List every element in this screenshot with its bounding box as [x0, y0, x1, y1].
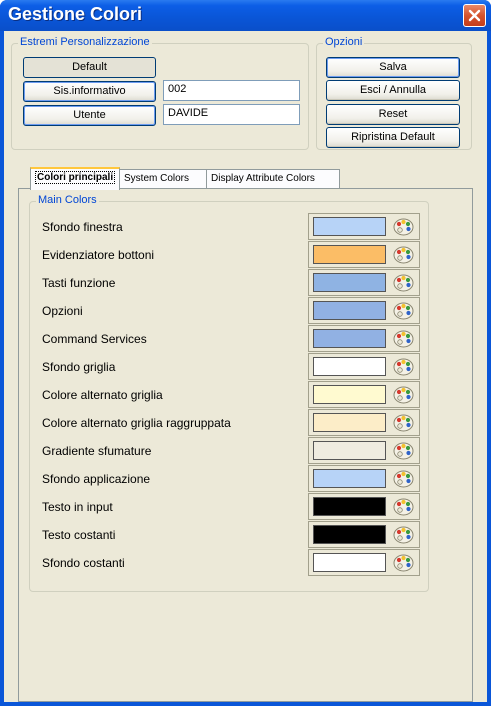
color-control: [308, 409, 420, 436]
color-palette-icon[interactable]: [392, 552, 415, 574]
color-control: [308, 521, 420, 548]
color-palette-icon[interactable]: [392, 216, 415, 238]
color-control: [308, 493, 420, 520]
color-swatch[interactable]: [313, 469, 386, 488]
dialog-body: Estremi Personalizzazione Default Sis.in…: [4, 31, 487, 702]
color-palette-icon[interactable]: [392, 468, 415, 490]
color-row-label: Sfondo finestra: [42, 220, 123, 234]
color-control: [308, 549, 420, 576]
color-row-label: Evidenziatore bottoni: [42, 248, 155, 262]
color-row-label: Gradiente sfumature: [42, 444, 152, 458]
color-palette-icon[interactable]: [392, 272, 415, 294]
color-swatch[interactable]: [313, 525, 386, 544]
color-swatch[interactable]: [313, 273, 386, 292]
title-bar[interactable]: Gestione Colori: [0, 0, 491, 31]
color-row-label: Colore alternato griglia raggruppata: [42, 416, 231, 430]
color-row-label: Opzioni: [42, 304, 83, 318]
color-swatch[interactable]: [313, 357, 386, 376]
color-palette-icon[interactable]: [392, 328, 415, 350]
color-row-label: Testo in input: [42, 500, 113, 514]
window: Gestione Colori Estremi Personalizzazion…: [0, 0, 491, 706]
color-palette-icon[interactable]: [392, 356, 415, 378]
close-button[interactable]: [463, 4, 486, 27]
color-palette-icon[interactable]: [392, 524, 415, 546]
window-title: Gestione Colori: [8, 4, 143, 24]
color-row-label: Sfondo costanti: [42, 556, 125, 570]
color-palette-icon[interactable]: [392, 384, 415, 406]
color-swatch[interactable]: [313, 245, 386, 264]
color-swatch[interactable]: [313, 497, 386, 516]
color-row-label: Colore alternato griglia: [42, 388, 163, 402]
color-swatch[interactable]: [313, 413, 386, 432]
color-palette-icon[interactable]: [392, 244, 415, 266]
color-control: [308, 213, 420, 240]
color-swatch[interactable]: [313, 441, 386, 460]
color-control: [308, 241, 420, 268]
color-swatch[interactable]: [313, 329, 386, 348]
color-control: [308, 325, 420, 352]
close-icon: [468, 9, 481, 22]
color-rows: Sfondo finestra Evidenziatore bottoni Tast…: [4, 31, 487, 702]
color-palette-icon[interactable]: [392, 300, 415, 322]
color-row-label: Sfondo griglia: [42, 360, 116, 374]
color-row-label: Testo costanti: [42, 528, 116, 542]
color-control: [308, 465, 420, 492]
color-swatch[interactable]: [313, 301, 386, 320]
color-control: [308, 437, 420, 464]
color-palette-icon[interactable]: [392, 440, 415, 462]
color-row-label: Sfondo applicazione: [42, 472, 151, 486]
color-control: [308, 297, 420, 324]
color-control: [308, 381, 420, 408]
color-row-label: Tasti funzione: [42, 276, 116, 290]
color-palette-icon[interactable]: [392, 496, 415, 518]
color-swatch[interactable]: [313, 385, 386, 404]
color-control: [308, 269, 420, 296]
color-palette-icon[interactable]: [392, 412, 415, 434]
color-row-label: Command Services: [42, 332, 147, 346]
color-swatch[interactable]: [313, 553, 386, 572]
color-control: [308, 353, 420, 380]
color-swatch[interactable]: [313, 217, 386, 236]
